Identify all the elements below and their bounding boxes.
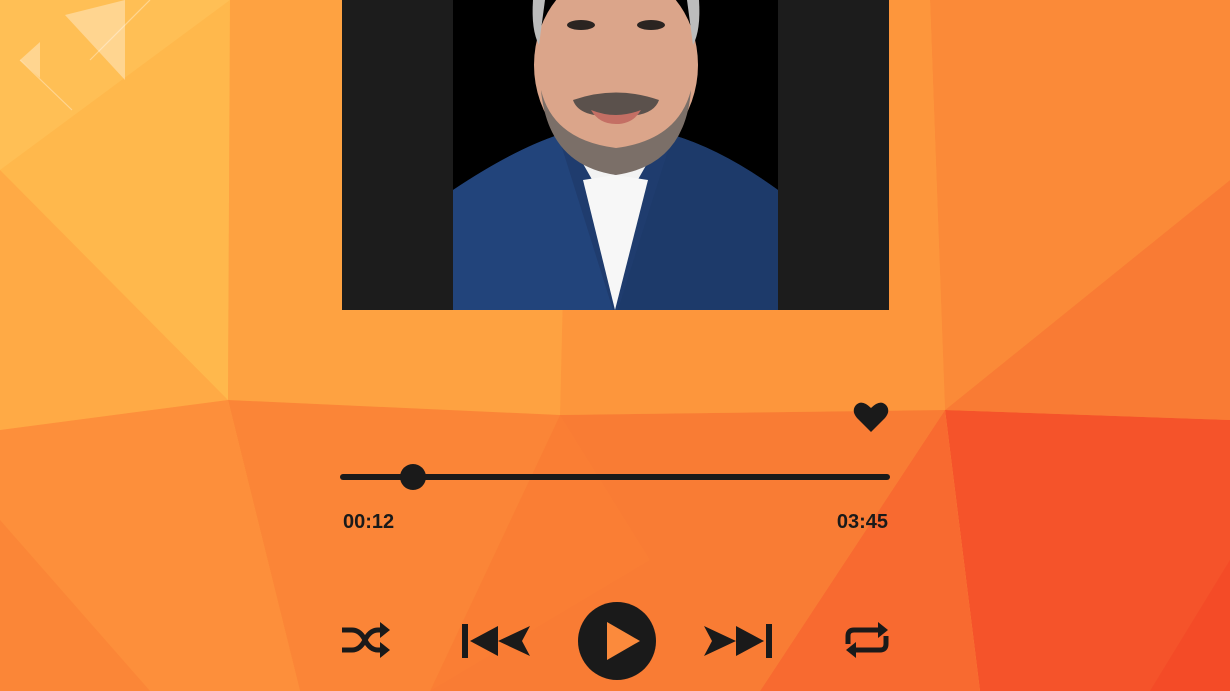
- portrait-photo: [453, 0, 778, 310]
- skip-previous-icon: [462, 624, 530, 658]
- current-time: 00:12: [343, 511, 395, 533]
- favorite-button[interactable]: [853, 400, 889, 434]
- skip-next-icon: [704, 624, 772, 658]
- repeat-button[interactable]: [840, 618, 894, 662]
- music-player-screen: 00:12 03:45: [0, 0, 1230, 691]
- shuffle-button[interactable]: [338, 618, 392, 662]
- play-icon: [578, 602, 656, 680]
- total-time: 03:45: [836, 511, 888, 533]
- shuffle-icon: [342, 622, 390, 658]
- previous-track-button[interactable]: [458, 618, 534, 662]
- album-art-frame: [342, 0, 889, 310]
- heart-icon: [853, 402, 889, 432]
- progress-thumb[interactable]: [400, 464, 427, 490]
- play-button[interactable]: [576, 600, 658, 682]
- progress-slider[interactable]: [340, 462, 890, 492]
- repeat-icon: [845, 622, 889, 658]
- next-track-button[interactable]: [700, 618, 776, 662]
